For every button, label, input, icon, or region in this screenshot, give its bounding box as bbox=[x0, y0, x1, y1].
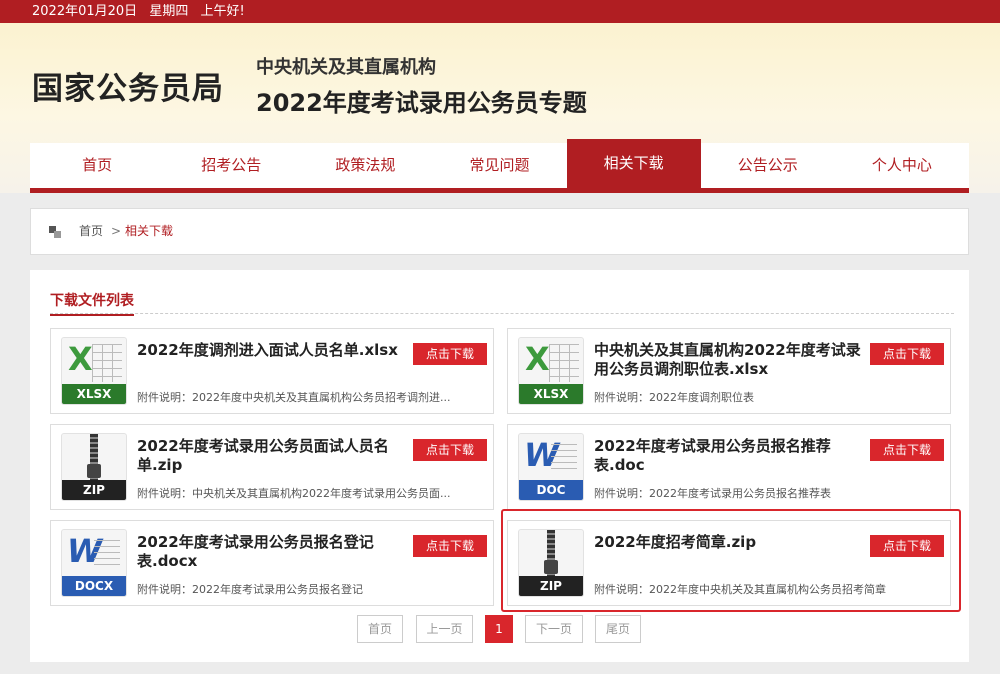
xlsx-file-icon: X XLSX bbox=[518, 337, 584, 405]
nav-item-policies[interactable]: 政策法规 bbox=[298, 143, 432, 188]
current-weekday: 星期四 bbox=[149, 4, 189, 19]
main-nav: 首页 招考公告 政策法规 常见问题 相关下载 公告公示 个人中心 bbox=[30, 139, 969, 193]
file-card: ZIP 2022年度招考简章.zip 附件说明：2022年度中央机关及其直属机构… bbox=[507, 520, 951, 606]
file-card: ZIP 2022年度考试录用公务员面试人员名单.zip 附件说明：中央机关及其直… bbox=[50, 424, 494, 510]
nav-item-notices[interactable]: 公告公示 bbox=[701, 143, 835, 188]
greeting: 上午好! bbox=[200, 4, 245, 19]
file-description: 附件说明：2022年度中央机关及其直属机构公务员招考简章 bbox=[594, 583, 886, 596]
site-title: 2022年度考试录用公务员专题 bbox=[256, 89, 587, 117]
breadcrumb-separator: > bbox=[111, 224, 122, 238]
file-name: 2022年度考试录用公务员报名登记表.docx bbox=[137, 533, 374, 570]
download-button[interactable]: 点击下载 bbox=[413, 439, 487, 461]
download-button[interactable]: 点击下载 bbox=[870, 343, 944, 365]
file-description: 附件说明：2022年度考试录用公务员报名登记 bbox=[137, 583, 363, 596]
nav-item-downloads[interactable]: 相关下载 bbox=[566, 139, 701, 188]
site-logo[interactable]: 国家公务员局 bbox=[32, 63, 224, 108]
pagination-prev[interactable]: 上一页 bbox=[416, 615, 473, 643]
zip-file-icon: ZIP bbox=[518, 529, 584, 597]
zip-file-icon: ZIP bbox=[61, 433, 127, 501]
docx-file-icon: W DOCX bbox=[61, 529, 127, 597]
site-header: 国家公务员局 中央机关及其直属机构 2022年度考试录用公务员专题 首页 招考公… bbox=[0, 23, 1000, 193]
file-name: 2022年度招考简章.zip bbox=[594, 533, 757, 551]
doc-file-icon: W DOC bbox=[518, 433, 584, 501]
panel-divider bbox=[50, 313, 954, 314]
file-card: W DOCX 2022年度考试录用公务员报名登记表.docx 附件说明：2022… bbox=[50, 520, 494, 606]
nav-item-personal-center[interactable]: 个人中心 bbox=[835, 143, 969, 188]
current-date: 2022年01月20日 bbox=[32, 4, 138, 19]
file-card: W DOC 2022年度考试录用公务员报名推荐表.doc 附件说明：2022年度… bbox=[507, 424, 951, 510]
download-button[interactable]: 点击下载 bbox=[413, 535, 487, 557]
pagination-current-page[interactable]: 1 bbox=[485, 615, 513, 643]
xlsx-file-icon: X XLSX bbox=[61, 337, 127, 405]
site-subtitle: 中央机关及其直属机构 bbox=[256, 57, 436, 78]
nav-item-announcements[interactable]: 招考公告 bbox=[164, 143, 298, 188]
file-card: X XLSX 2022年度调剂进入面试人员名单.xlsx 附件说明：2022年度… bbox=[50, 328, 494, 414]
nav-item-home[interactable]: 首页 bbox=[30, 143, 164, 188]
download-button[interactable]: 点击下载 bbox=[870, 535, 944, 557]
file-description: 附件说明：2022年度调剂职位表 bbox=[594, 391, 754, 404]
file-card: X XLSX 中央机关及其直属机构2022年度考试录用公务员调剂职位表.xlsx… bbox=[507, 328, 951, 414]
file-name: 2022年度调剂进入面试人员名单.xlsx bbox=[137, 341, 398, 359]
breadcrumb-icon bbox=[49, 226, 61, 238]
file-name: 2022年度考试录用公务员报名推荐表.doc bbox=[594, 437, 831, 474]
file-description: 附件说明：2022年度中央机关及其直属机构公务员招考调剂进... bbox=[137, 391, 451, 404]
download-button[interactable]: 点击下载 bbox=[413, 343, 487, 365]
file-description: 附件说明：中央机关及其直属机构2022年度考试录用公务员面... bbox=[137, 487, 451, 500]
download-button[interactable]: 点击下载 bbox=[870, 439, 944, 461]
file-name: 中央机关及其直属机构2022年度考试录用公务员调剂职位表.xlsx bbox=[594, 341, 861, 378]
pagination-first[interactable]: 首页 bbox=[357, 615, 403, 643]
nav-item-faq[interactable]: 常见问题 bbox=[432, 143, 566, 188]
breadcrumb-current: 相关下载 bbox=[125, 224, 174, 238]
file-name: 2022年度考试录用公务员面试人员名单.zip bbox=[137, 437, 389, 474]
pagination-last[interactable]: 尾页 bbox=[595, 615, 641, 643]
pagination-next[interactable]: 下一页 bbox=[525, 615, 583, 643]
file-description: 附件说明：2022年度考试录用公务员报名推荐表 bbox=[594, 487, 831, 500]
breadcrumb-home-link[interactable]: 首页 bbox=[79, 209, 103, 254]
top-info-bar: 2022年01月20日 星期四 上午好! bbox=[0, 0, 1000, 23]
breadcrumb: 首页 > 相关下载 bbox=[30, 208, 969, 255]
